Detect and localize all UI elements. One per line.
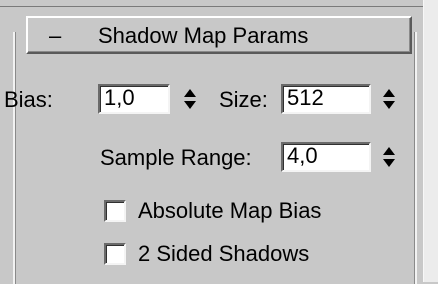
spinner-down-arrow-icon[interactable] (184, 101, 196, 109)
spinner-down-arrow-icon[interactable] (383, 101, 395, 109)
bias-spinner-icon[interactable] (181, 84, 199, 114)
spinner-up-arrow-icon[interactable] (383, 89, 395, 97)
size-label: Size: (219, 87, 268, 112)
absolute-map-bias-checkbox[interactable] (104, 200, 126, 222)
collapse-icon: – (49, 23, 62, 48)
spinner-down-arrow-icon[interactable] (383, 159, 395, 167)
panel-scroll-track[interactable] (423, 0, 438, 282)
spinner-up-arrow-icon[interactable] (383, 147, 395, 155)
sample-range-spinner-icon[interactable] (380, 142, 398, 172)
spinner-up-arrow-icon[interactable] (184, 89, 196, 97)
sample-range-input[interactable]: 4,0 (281, 142, 371, 172)
absolute-map-bias-label[interactable]: Absolute Map Bias (138, 198, 321, 224)
bias-label: Bias: (4, 87, 53, 112)
shadow-map-params-rollout: – Shadow Map Params Bias: 1,0 Size: 512 … (0, 0, 438, 284)
sample-range-label: Sample Range: (100, 145, 252, 170)
rollout-title: Shadow Map Params (98, 23, 309, 48)
two-sided-shadows-label[interactable]: 2 Sided Shadows (138, 241, 309, 267)
panel-top-edge (0, 0, 424, 7)
size-spinner-icon[interactable] (380, 84, 398, 114)
size-input[interactable]: 512 (281, 84, 371, 114)
bias-input[interactable]: 1,0 (98, 84, 170, 114)
two-sided-shadows-checkbox[interactable] (104, 243, 126, 265)
rollout-header-button[interactable]: – Shadow Map Params (26, 16, 412, 54)
